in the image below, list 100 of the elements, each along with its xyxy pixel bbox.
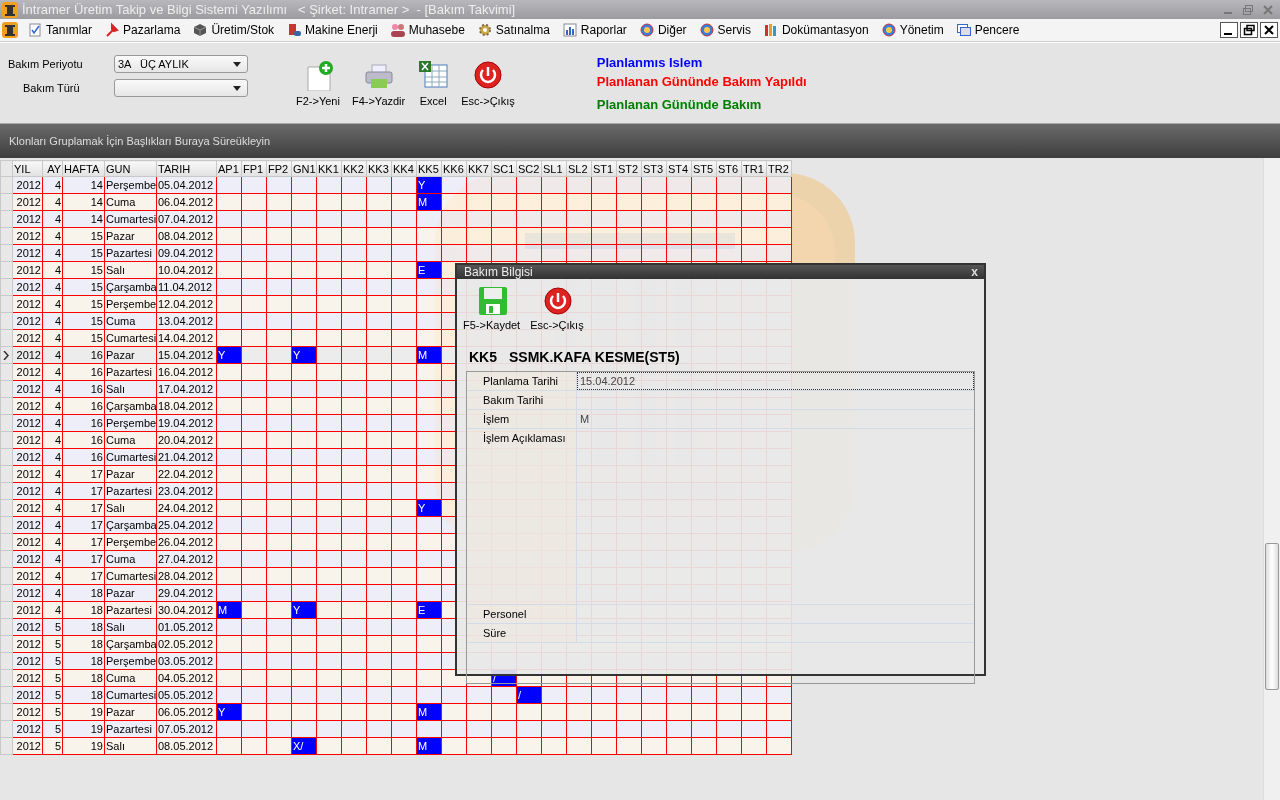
column-header[interactable]: ST6	[716, 160, 742, 177]
menu-item[interactable]: Muhasebe	[386, 22, 468, 38]
toolbar-button[interactable]: F2->Yeni	[294, 59, 342, 107]
menu-item[interactable]: Diğer	[635, 22, 690, 38]
menu-item[interactable]: Dokümantasyon	[759, 22, 872, 38]
table-row[interactable]: 2012 4 14 Cuma 06.04.2012 M	[0, 193, 792, 211]
table-row[interactable]: 2012 4 14 Perşembe 05.04.2012 Y	[0, 176, 792, 194]
column-header[interactable]: AY	[42, 160, 63, 177]
table-row[interactable]: 2012 4 15 Pazar 08.04.2012	[0, 227, 792, 245]
table-cell: Pazartesi	[106, 366, 152, 378]
column-header[interactable]: YIL	[12, 160, 43, 177]
table-cell: Cumartesi	[106, 332, 157, 344]
restore-icon[interactable]	[1240, 22, 1258, 38]
column-header[interactable]: SL2	[566, 160, 592, 177]
table-cell: 07.05.2012	[158, 723, 214, 735]
column-header[interactable]: TR2	[766, 160, 792, 177]
table-cell: Salı	[106, 264, 125, 276]
table-row[interactable]: 2012 5 19 Pazartesi 07.05.2012	[0, 720, 792, 738]
column-header[interactable]: ST2	[616, 160, 642, 177]
menu-item[interactable]: Üretim/Stok	[189, 22, 278, 38]
globe-icon	[638, 22, 655, 38]
scrollbar[interactable]	[1263, 158, 1280, 800]
column-header[interactable]: TARIH	[156, 160, 217, 177]
table-cell: 16	[90, 451, 103, 463]
column-header[interactable]: ST3	[641, 160, 667, 177]
close-button[interactable]: x	[969, 265, 980, 279]
table-cell: 15	[90, 298, 103, 310]
table-row[interactable]: 2012 4 14 Cumartesi 07.04.2012	[0, 210, 792, 228]
table-cell: Pazar	[106, 706, 135, 718]
menu-item[interactable]: Yönetim	[877, 22, 947, 38]
close-icon[interactable]	[1260, 22, 1278, 38]
table-cell: 4	[54, 434, 61, 446]
table-cell: 17	[90, 485, 103, 497]
table-cell: 4	[54, 230, 61, 242]
column-header[interactable]: SC1	[491, 160, 517, 177]
table-cell: 10.04.2012	[158, 264, 214, 276]
machine-code: KK5	[469, 349, 497, 365]
table-cell: 19	[90, 706, 103, 718]
column-header[interactable]: ST1	[591, 160, 617, 177]
column-header[interactable]: GN1	[291, 160, 317, 177]
table-cell: 2012	[16, 706, 41, 718]
table-row[interactable]: 2012 5 19 Pazar 06.05.2012 Y M	[0, 703, 792, 721]
dropdown[interactable]	[114, 79, 248, 97]
row-pointer-icon	[3, 350, 9, 360]
column-header[interactable]: KK3	[366, 160, 392, 177]
property-field[interactable]: 15.04.2012	[577, 372, 974, 390]
column-header[interactable]: KK6	[441, 160, 467, 177]
column-header[interactable]: GUN	[104, 160, 157, 177]
table-cell: 2012	[16, 485, 41, 497]
column-header[interactable]: FP2	[266, 160, 292, 177]
table-row[interactable]: 2012 5 19 Salı 08.05.2012 X/ M	[0, 737, 792, 755]
column-header[interactable]: KK2	[341, 160, 367, 177]
table-cell: 18	[90, 672, 103, 684]
property-label: Bakım Tarihi	[467, 391, 577, 409]
table-cell: 19.04.2012	[158, 417, 214, 429]
table-cell: Cuma	[106, 553, 136, 565]
column-header[interactable]: AP1	[216, 160, 242, 177]
menu-item[interactable]: Pazarlama	[101, 22, 184, 38]
table-cell: 06.05.2012	[158, 706, 214, 718]
people-icon	[389, 22, 406, 38]
table-cell: 4	[54, 281, 61, 293]
table-row[interactable]: 2012 5 18 Cumartesi 05.05.2012 /	[0, 686, 792, 704]
menu-item[interactable]: Servis	[695, 22, 754, 38]
column-header[interactable]: FP1	[241, 160, 267, 177]
menu-item[interactable]: Makine Enerji	[283, 22, 381, 38]
table-cell: 2012	[16, 400, 41, 412]
table-cell: 05.05.2012	[158, 689, 214, 701]
menu-item[interactable]: Satınalma	[473, 22, 553, 38]
table-cell: Cuma	[106, 434, 136, 446]
toolbar-button[interactable]: F4->Yazdir	[349, 59, 408, 107]
table-cell: 18	[90, 655, 103, 667]
scrollbar-thumb[interactable]	[1265, 543, 1279, 690]
gear-icon	[476, 22, 493, 38]
toolbar-button[interactable]: Esc->Çıkış	[459, 59, 517, 107]
column-header[interactable]: KK4	[391, 160, 417, 177]
dropdown-arrow-icon	[233, 61, 241, 67]
column-header[interactable]: SL1	[541, 160, 567, 177]
table-cell: 5	[54, 723, 61, 735]
table-cell: 15.04.2012	[158, 349, 214, 361]
column-header[interactable]: SC2	[516, 160, 542, 177]
menu-item[interactable]: Raporlar	[558, 22, 630, 38]
legend-text: Planlanan Gününde Bakım Yapıldı	[596, 74, 807, 89]
column-header[interactable]: ST5	[691, 160, 717, 177]
table-cell: 2012	[16, 451, 41, 463]
menu-item[interactable]: Pencere	[952, 22, 1023, 38]
column-header[interactable]: KK7	[466, 160, 492, 177]
column-header[interactable]: HAFTA	[62, 160, 105, 177]
column-header[interactable]: KK1	[316, 160, 342, 177]
column-header[interactable]: ST4	[666, 160, 692, 177]
window-title: İntramer Üretim Takip ve Bilgi Sistemi Yazılımı < Şirket: Intramer > - [Bakım Takvimi]	[22, 2, 517, 17]
minimize-icon[interactable]	[1220, 22, 1238, 38]
dropdown[interactable]: 3A ÜÇ AYLIK	[114, 55, 248, 73]
column-header[interactable]: KK5	[416, 160, 442, 177]
toolbar-button[interactable]: Excel	[415, 59, 452, 107]
menu-item[interactable]: Tanımlar	[24, 22, 95, 38]
table-cell: 19	[90, 723, 103, 735]
table-cell: 16.04.2012	[158, 366, 214, 378]
table-row[interactable]: 2012 4 15 Pazartesi 09.04.2012	[0, 244, 792, 262]
table-cell: 2012	[16, 281, 41, 293]
column-header[interactable]: TR1	[741, 160, 767, 177]
